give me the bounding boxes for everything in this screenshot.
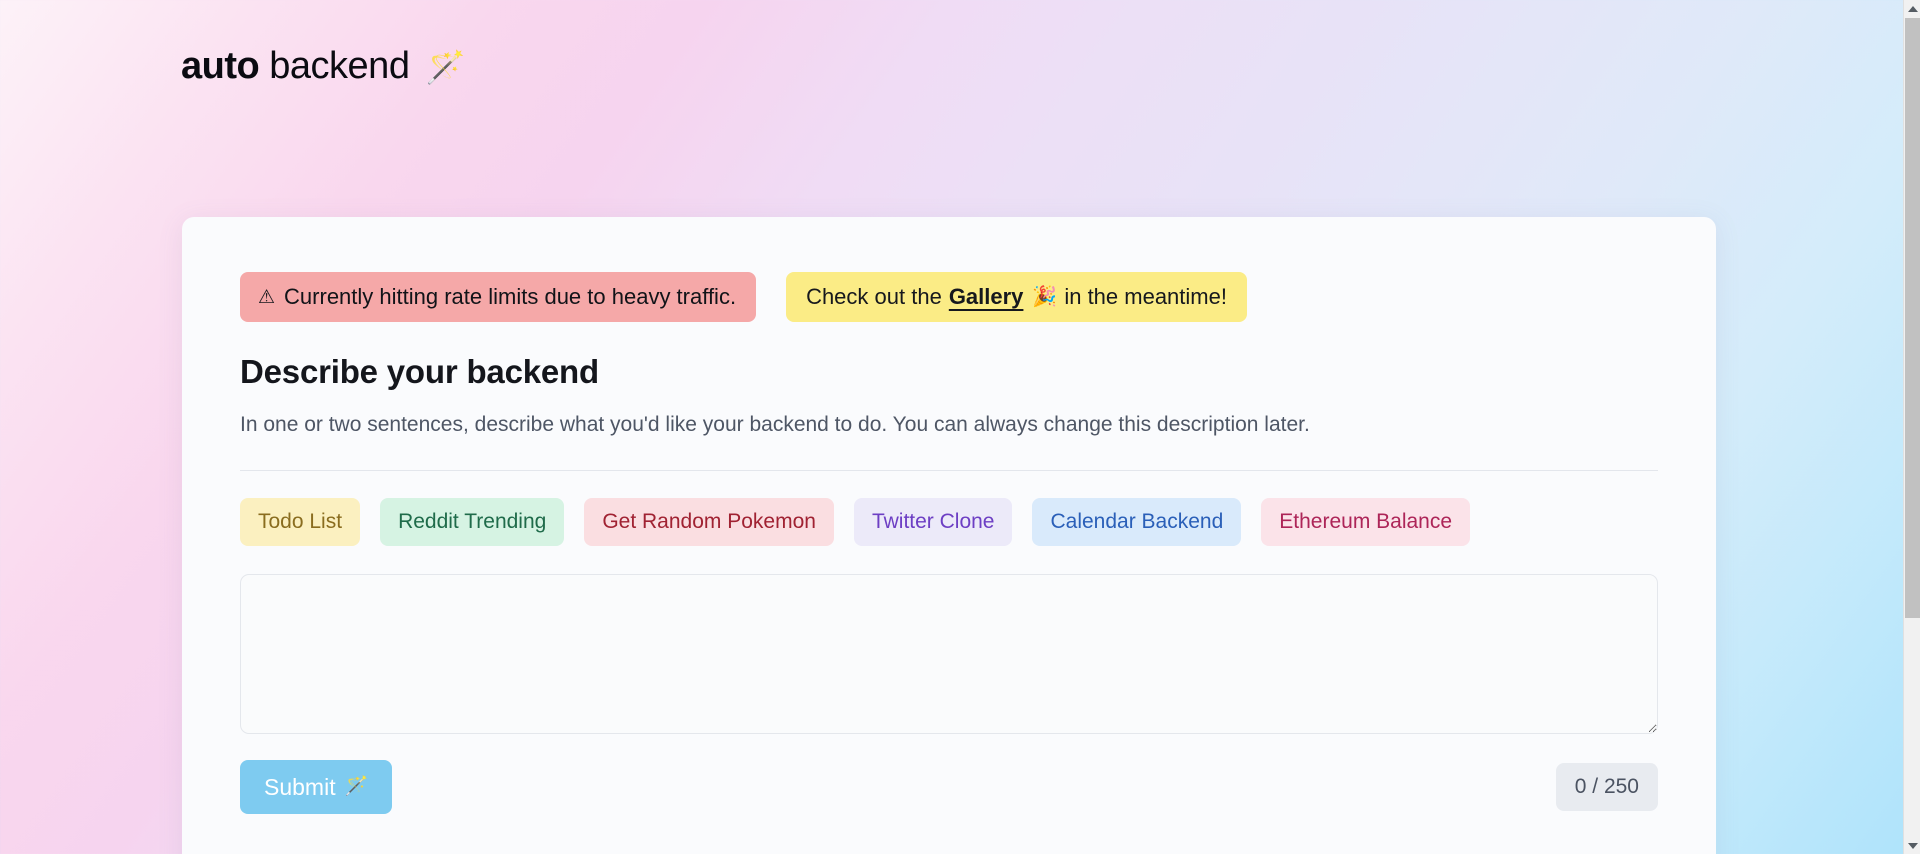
character-counter: 0 / 250 — [1555, 763, 1658, 811]
app-logo: auto backend 🪄 — [181, 43, 465, 90]
preset-chip[interactable]: Calendar Backend — [1032, 498, 1242, 546]
submit-button[interactable]: Submit 🪄 — [240, 760, 393, 814]
gallery-banner-suffix: in the meantime! — [1064, 284, 1227, 309]
section-divider — [240, 470, 1658, 471]
describe-backend-card: ⚠ Currently hitting rate limits due to h… — [182, 217, 1716, 854]
preset-chip[interactable]: Todo List — [240, 498, 361, 546]
rate-limit-banner: ⚠ Currently hitting rate limits due to h… — [240, 272, 757, 322]
gallery-banner: Check out the Gallery 🎉 in the meantime! — [786, 272, 1247, 322]
form-actions-row: Submit 🪄 0 / 250 — [240, 760, 1658, 814]
preset-chip[interactable]: Reddit Trending — [380, 498, 565, 546]
rate-limit-text: Currently hitting rate limits due to hea… — [284, 284, 737, 309]
page-scroll-area: auto backend 🪄 ⚠ Currently hitting rate … — [0, 0, 1903, 854]
page-title: Describe your backend — [240, 353, 599, 390]
prompt-textarea[interactable] — [240, 574, 1658, 734]
logo-text-auto: auto — [181, 45, 260, 87]
page-subtitle: In one or two sentences, describe what y… — [240, 413, 1310, 436]
prompt-textarea-wrap — [240, 574, 1658, 734]
gallery-link[interactable]: Gallery — [949, 284, 1024, 310]
warning-triangle-icon: ⚠ — [258, 286, 276, 308]
submit-wand-icon: 🪄 — [344, 776, 369, 797]
submit-button-label: Submit — [264, 774, 336, 800]
party-popper-icon: 🎉 — [1032, 286, 1058, 308]
vertical-scrollbar[interactable] — [1903, 0, 1920, 854]
preset-chip-list: Todo List Reddit Trending Get Random Pokem… — [240, 498, 1658, 546]
scroll-down-arrow-icon[interactable] — [1904, 837, 1920, 854]
preset-chip[interactable]: Get Random Pokemon — [584, 498, 834, 546]
preset-chip[interactable]: Ethereum Balance — [1261, 498, 1471, 546]
magic-wand-icon: 🪄 — [425, 49, 466, 85]
banner-row: ⚠ Currently hitting rate limits due to h… — [240, 272, 1658, 322]
gallery-banner-prefix: Check out the — [806, 284, 942, 309]
preset-chip[interactable]: Twitter Clone — [853, 498, 1013, 546]
logo-text-backend: backend — [269, 45, 410, 87]
scroll-up-arrow-icon[interactable] — [1904, 0, 1920, 17]
scrollbar-thumb[interactable] — [1905, 18, 1920, 618]
